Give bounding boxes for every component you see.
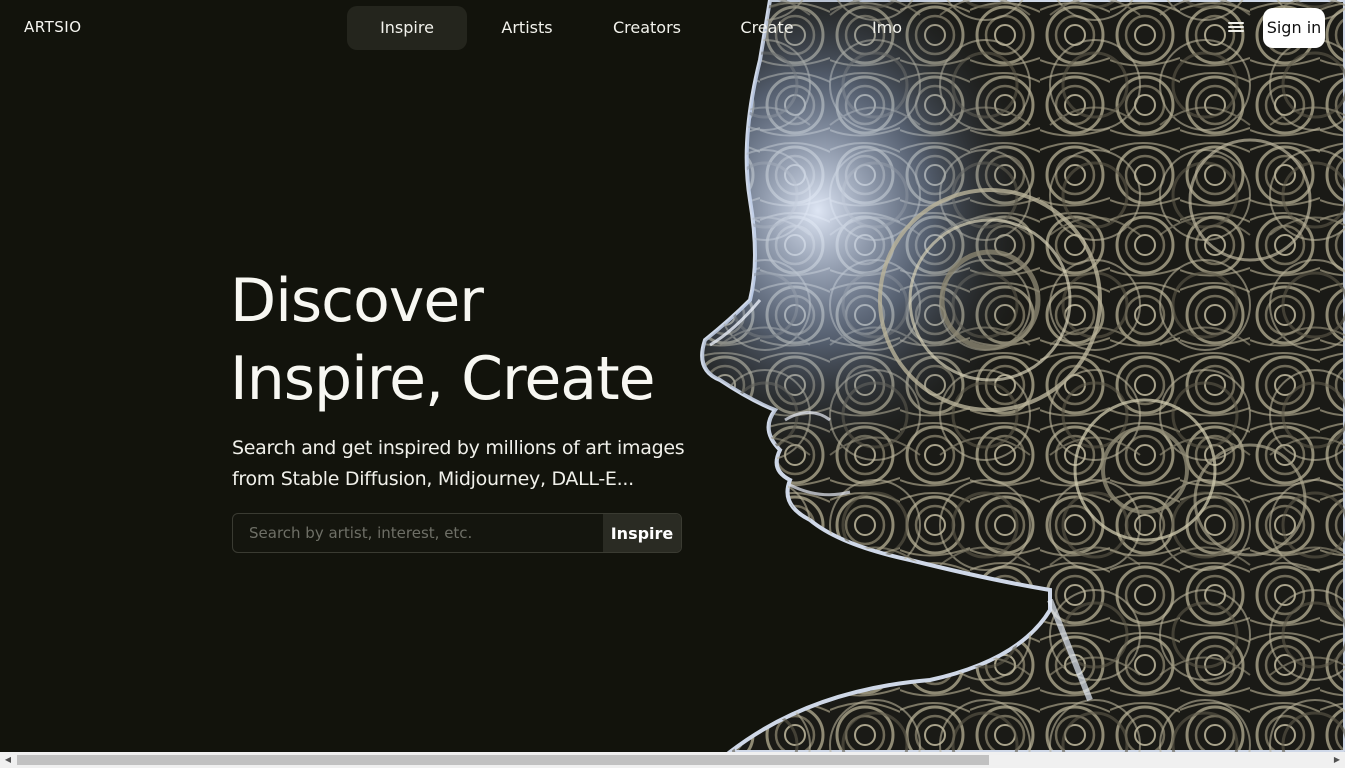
nav-item-create[interactable]: Create: [707, 6, 827, 50]
nav-item-inspire[interactable]: Inspire: [347, 6, 467, 50]
nav-item-creators[interactable]: Creators: [587, 6, 707, 50]
hero-subtitle-line-1: Search and get inspired by millions of a…: [232, 437, 685, 459]
scrollbar-thumb[interactable]: [17, 755, 989, 765]
menu-line: [1228, 26, 1244, 28]
hero-subtitle: Search and get inspired by millions of a…: [232, 433, 702, 495]
sign-in-button[interactable]: Sign in: [1263, 8, 1325, 48]
search-input[interactable]: [233, 514, 603, 552]
brand-logo[interactable]: ARTSIO: [24, 18, 82, 36]
hero-title: Discover Inspire, Create: [230, 262, 656, 418]
scroll-left-arrow-icon[interactable]: ◀: [0, 752, 16, 768]
hamburger-menu-icon[interactable]: [1226, 20, 1246, 36]
hero-title-line-2: Inspire, Create: [230, 344, 656, 414]
scroll-right-arrow-icon[interactable]: ▶: [1329, 752, 1345, 768]
horizontal-scrollbar[interactable]: ◀ ▶: [0, 752, 1345, 768]
menu-line: [1228, 30, 1244, 32]
page: ARTSIO Inspire Artists Creators Create I…: [0, 0, 1345, 768]
hero-title-line-1: Discover: [230, 266, 484, 336]
menu-line: [1228, 22, 1244, 24]
hero-artwork-image: [690, 0, 1345, 752]
search-bar: Inspire: [232, 513, 682, 553]
main-nav: Inspire Artists Creators Create Imo: [347, 6, 947, 50]
inspire-search-button[interactable]: Inspire: [603, 514, 681, 552]
nav-item-imo[interactable]: Imo: [827, 6, 947, 50]
nav-item-artists[interactable]: Artists: [467, 6, 587, 50]
hero-subtitle-line-2: from Stable Diffusion, Midjourney, DALL-…: [232, 468, 634, 490]
